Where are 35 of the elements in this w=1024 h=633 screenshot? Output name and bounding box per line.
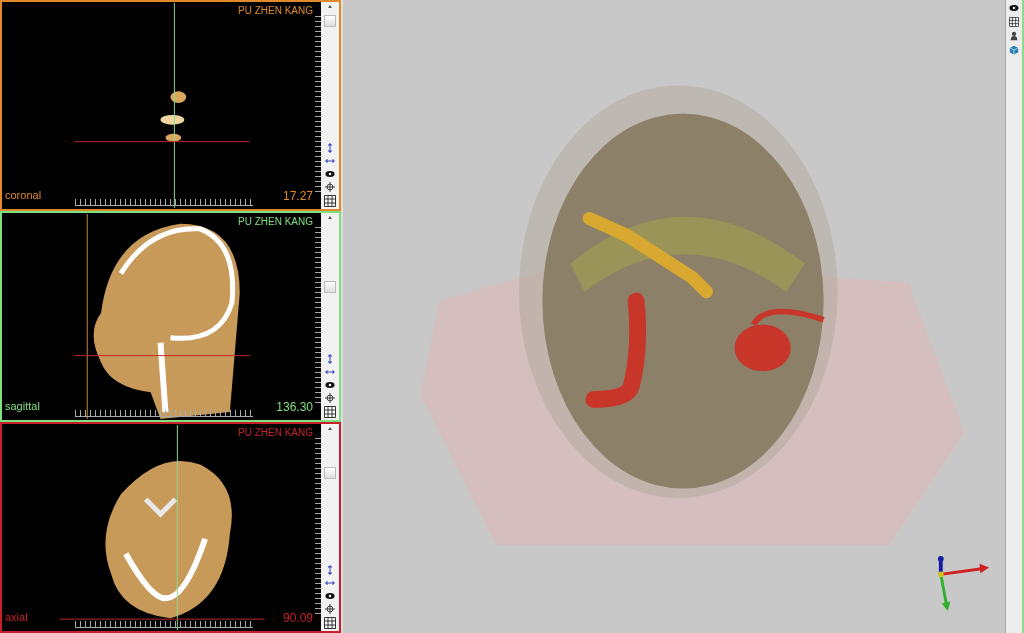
view-label: sagittal: [5, 400, 40, 412]
scroll-thumb[interactable]: [324, 15, 336, 27]
scroll-up-icon[interactable]: [328, 427, 332, 430]
view-label: coronal: [5, 189, 42, 201]
patient-name: PU ZHEN KANG: [238, 427, 313, 438]
eye-icon[interactable]: [325, 169, 335, 179]
patient-name: PU ZHEN KANG: [238, 216, 313, 227]
grid-icon[interactable]: [1009, 17, 1019, 27]
scroll-thumb[interactable]: [324, 467, 336, 479]
vertical-arrows-icon[interactable]: [325, 354, 335, 364]
crosshair-icon[interactable]: [325, 604, 335, 614]
crosshair-icon[interactable]: [325, 393, 335, 403]
eye-icon[interactable]: [325, 380, 335, 390]
horizontal-arrows-icon[interactable]: [325, 578, 335, 588]
cube-icon[interactable]: [1009, 45, 1019, 55]
slice-position: 90.09: [282, 611, 313, 625]
slice-position: 17.27: [282, 189, 313, 203]
scroll-up-icon[interactable]: [328, 5, 332, 8]
grid-icon[interactable]: [324, 617, 336, 629]
horizontal-arrows-icon[interactable]: [325, 367, 335, 377]
patient-name: PU ZHEN KANG: [238, 5, 313, 16]
slice-position: 136.30: [276, 400, 313, 414]
scroll-up-icon[interactable]: [328, 216, 332, 219]
vertical-arrows-icon[interactable]: [325, 565, 335, 575]
horizontal-arrows-icon[interactable]: [325, 156, 335, 166]
eye-icon[interactable]: [1009, 3, 1019, 13]
eye-icon[interactable]: [325, 591, 335, 601]
person-icon[interactable]: [1009, 31, 1019, 41]
anatomy-drawing: [160, 91, 187, 142]
view-label: axial: [5, 611, 28, 623]
grid-icon[interactable]: [324, 406, 336, 418]
grid-icon[interactable]: [324, 195, 336, 207]
crosshair-icon[interactable]: [325, 182, 335, 192]
scroll-thumb[interactable]: [324, 281, 336, 293]
vertical-arrows-icon[interactable]: [325, 143, 335, 153]
